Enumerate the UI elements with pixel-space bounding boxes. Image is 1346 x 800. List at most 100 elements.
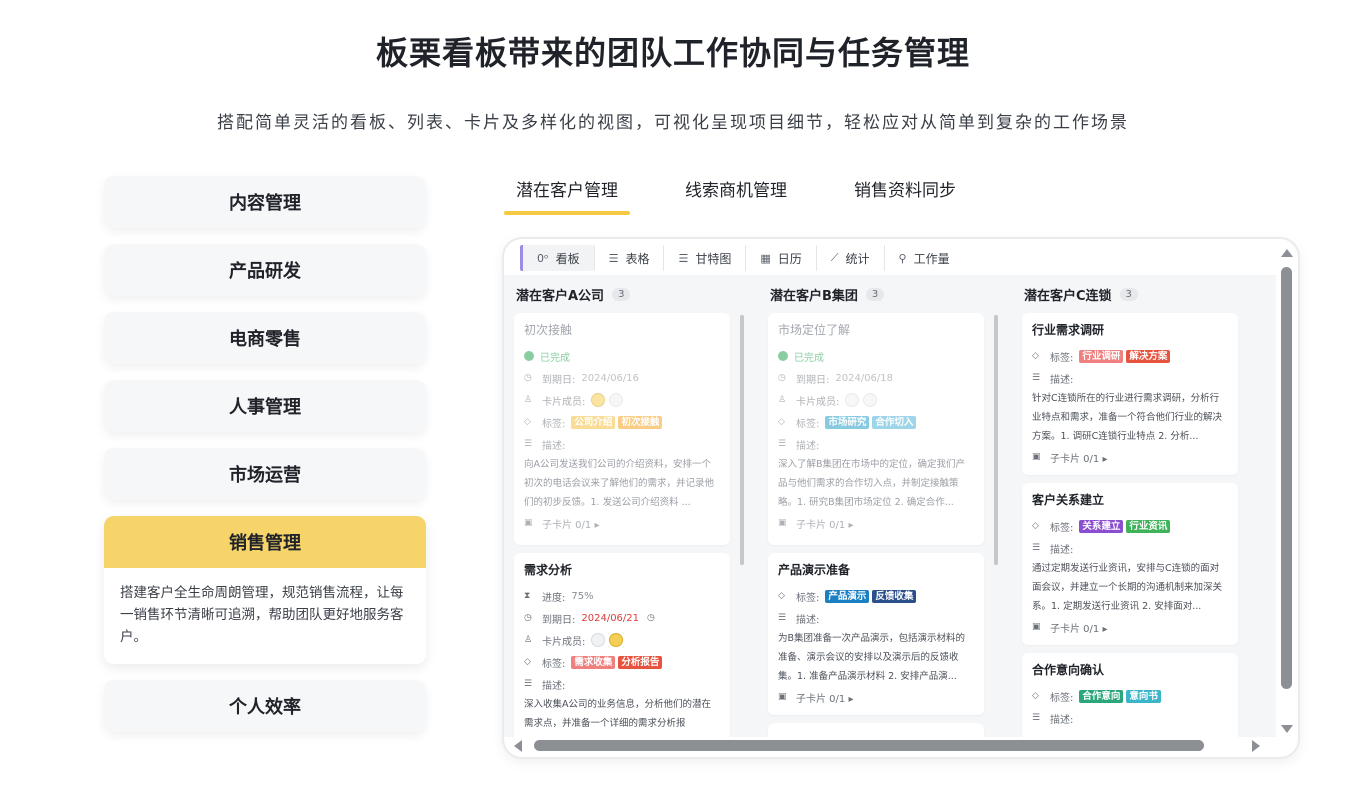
toolbar-kanban[interactable]: 0ᵒ 看板	[520, 245, 595, 271]
vertical-scroll-thumb[interactable]	[1281, 267, 1292, 689]
tab-potential-customers[interactable]: 潜在客户管理	[504, 172, 630, 215]
avatar[interactable]	[591, 633, 606, 647]
kanban-card[interactable]: 初次接触 已完成 ◷ 到期日: 2024/06/16 ♙ 卡片成员: ◇ 标签: 公司介绍…	[514, 313, 730, 545]
menu-item-sales-label[interactable]: 销售管理	[104, 516, 426, 568]
avatar[interactable]	[591, 393, 606, 407]
chart-icon: ⟋	[830, 251, 839, 264]
card-tags-row: ◇ 标签: 公司介绍 初次接触	[524, 411, 720, 433]
tags-label: 标签:	[796, 592, 820, 604]
card-subcards-row[interactable]: ▣ 子卡片 0/1 ▸	[524, 512, 720, 534]
avatar[interactable]	[863, 393, 878, 407]
toolbar-table[interactable]: ☰ 表格	[595, 245, 665, 271]
desc-label: 描述:	[542, 680, 566, 692]
toolbar-workload[interactable]: ⚲ 工作量	[885, 245, 964, 271]
view-toolbar: 0ᵒ 看板 ☰ 表格 ☰ 甘特图 ▦ 日历 ⟋ 统计 ⚲ 工作量	[520, 243, 964, 273]
subcard-icon: ▣	[778, 692, 787, 702]
card-tags-row: ◇ 标签: 关系建立 行业资讯	[1032, 515, 1228, 537]
user-icon: ♙	[524, 635, 533, 645]
kanban-board: 潜在客户A公司 3 初次接触 已完成 ◷ 到期日: 2024/06/16 ♙ 卡片成员…	[504, 275, 1276, 737]
scroll-up-arrow-icon[interactable]	[1281, 249, 1293, 257]
tag-icon: ◇	[1032, 521, 1039, 531]
gantt-icon: ☰	[678, 251, 689, 265]
menu-item-hr[interactable]: 人事管理	[104, 380, 426, 432]
members-label: 卡片成员:	[542, 636, 586, 648]
toolbar-calendar[interactable]: ▦ 日历	[746, 245, 817, 271]
tag-icon: ◇	[524, 417, 531, 427]
tag-badge: 关系建立	[1079, 519, 1124, 533]
tags-label: 标签:	[1050, 692, 1074, 704]
card-status-row: 已完成	[524, 345, 720, 367]
card-title: 产品演示准备	[778, 563, 851, 577]
avatar[interactable]	[609, 633, 624, 647]
column-header: 潜在客户A公司 3	[504, 275, 736, 313]
desc-label: 描述:	[542, 440, 566, 452]
card-desc-row: ☰ 描述:	[778, 433, 974, 455]
toolbar-gantt[interactable]: ☰ 甘特图	[664, 245, 747, 271]
kanban-card[interactable]: 客户关系建立 ◇ 标签: 关系建立 行业资讯 ☰ 描述: 通过定期发送行业资讯，安排与C…	[1022, 483, 1238, 645]
kanban-card[interactable]: 行业需求调研 ◇ 标签: 行业调研 解决方案 ☰ 描述: 针对C连锁所在的行业进行需求调…	[1022, 313, 1238, 475]
page-subtitle: 搭配简单灵活的看板、列表、卡片及多样化的视图，可视化呈现项目细节，轻松应对从简单…	[217, 113, 1129, 133]
scroll-right-arrow-icon[interactable]	[1252, 740, 1260, 752]
kanban-card[interactable]	[768, 723, 984, 737]
menu-item-product[interactable]: 产品研发	[104, 244, 426, 296]
desc-label: 描述:	[1050, 374, 1074, 386]
card-subcards-row[interactable]: ▣ 子卡片 0/1 ▸	[1032, 616, 1228, 638]
horizontal-scroll-thumb[interactable]	[534, 740, 1204, 751]
card-subcards-row[interactable]: ▣ 子卡片 0/1 ▸	[1032, 446, 1228, 468]
toolbar-stats[interactable]: ⟋ 统计	[817, 245, 885, 271]
card-status: 已完成	[794, 352, 824, 364]
scroll-down-arrow-icon[interactable]	[1281, 725, 1293, 733]
tab-sales-materials[interactable]: 销售资料同步	[842, 172, 968, 215]
menu-item-marketing[interactable]: 市场运营	[104, 448, 426, 500]
card-title: 需求分析	[524, 563, 573, 577]
kanban-card[interactable]: 市场定位了解 已完成 ◷ 到期日: 2024/06/18 ♙ 卡片成员: ◇ 标签: 市场…	[768, 313, 984, 545]
horizontal-scrollbar[interactable]	[512, 739, 1262, 753]
toolbar-calendar-label: 日历	[777, 251, 802, 266]
card-description: 深入收集A公司的业务信息，分析他们的潜在需求点，并准备一个详细的需求分析报	[524, 699, 711, 729]
avatar[interactable]	[609, 393, 624, 407]
tag-badge: 合作意向	[1079, 689, 1124, 703]
check-circle-icon	[524, 351, 534, 361]
card-desc-row: ☰ 描述:	[524, 673, 720, 695]
hourglass-icon: ⧗	[524, 591, 531, 601]
column-scrollbar[interactable]	[740, 315, 744, 565]
desc-icon: ☰	[1032, 543, 1041, 553]
due-label: 到期日:	[542, 614, 576, 626]
card-description: 向A公司发送我们公司的介绍资料，安排一个初次的电话会议来了解他们的需求，并记录他…	[524, 459, 715, 508]
kanban-card[interactable]: 合作意向确认 ◇ 标签: 合作意向 意向书 ☰ 描述:	[1022, 653, 1238, 737]
card-subcards-row[interactable]: ▣ 子卡片 0/1 ▸	[778, 686, 974, 708]
user-icon: ♙	[524, 395, 533, 405]
members-label: 卡片成员:	[542, 396, 586, 408]
check-circle-icon	[778, 351, 788, 361]
desc-icon: ☰	[778, 439, 787, 449]
tag-badge: 市场研究	[825, 415, 870, 429]
desc-label: 描述:	[796, 440, 820, 452]
scroll-left-arrow-icon[interactable]	[514, 740, 522, 752]
subcard-icon: ▣	[1032, 452, 1041, 462]
menu-item-personal[interactable]: 个人效率	[104, 680, 426, 732]
card-subcards-row[interactable]: ▣ 子卡片 0/1 ▸	[778, 512, 974, 534]
column-count-badge: 3	[1119, 287, 1138, 301]
card-members-row: ♙ 卡片成员:	[524, 389, 720, 411]
kanban-app-window: 0ᵒ 看板 ☰ 表格 ☰ 甘特图 ▦ 日历 ⟋ 统计 ⚲ 工作量 潜在客户A公司	[504, 239, 1298, 757]
menu-item-content[interactable]: 内容管理	[104, 176, 426, 228]
card-description: 通过定期发送行业资讯，安排与C连锁的面对面会议，并建立一个长期的沟通机制来加深关…	[1032, 563, 1223, 612]
tab-leads[interactable]: 线索商机管理	[673, 172, 799, 215]
card-tags-row: ◇ 标签: 市场研究 合作切入	[778, 411, 974, 433]
column-header: 潜在客户B集团 3	[758, 275, 990, 313]
card-title: 合作意向确认	[1032, 663, 1105, 677]
menu-item-ecommerce[interactable]: 电商零售	[104, 312, 426, 364]
kanban-card[interactable]: 产品演示准备 ◇ 标签: 产品演示 反馈收集 ☰ 描述: 为B集团准备一次产品演示，包括…	[768, 553, 984, 715]
card-title: 初次接触	[524, 323, 573, 337]
kanban-card[interactable]: 需求分析 ⧗ 进度: 75% ◷ 到期日: 2024/06/21 ◷ ♙ 卡片成员: ◇ 标签…	[514, 553, 730, 737]
tag-badge: 意向书	[1126, 689, 1161, 703]
vertical-scrollbar[interactable]	[1280, 247, 1294, 735]
due-date: 2024/06/18	[835, 372, 894, 384]
avatar[interactable]	[845, 393, 860, 407]
menu-item-sales-active[interactable]: 销售管理 搭建客户全生命周朗管理，规范销售流程，让每一销售环节清晰可追溯，帮助团…	[104, 516, 426, 664]
column-scrollbar[interactable]	[994, 315, 998, 565]
tag-icon: ◇	[524, 657, 531, 667]
due-date: 2024/06/21	[581, 612, 640, 624]
alarm-icon: ◷	[647, 613, 655, 623]
tag-icon: ◇	[778, 417, 785, 427]
